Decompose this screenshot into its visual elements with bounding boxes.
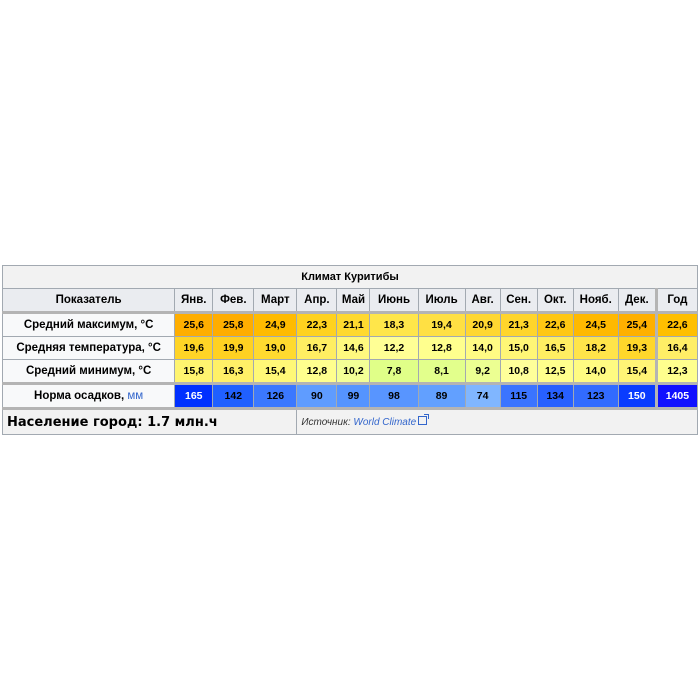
header-row: Показатель Янв. Фев. Март Апр. Май Июнь … — [1, 288, 699, 313]
year-cell: 22,6 — [654, 311, 699, 337]
source-label: Источник: — [301, 417, 351, 428]
source-link[interactable]: World Climate — [353, 417, 416, 428]
value-cell: 24,9 — [253, 311, 298, 337]
header-month: Май — [336, 288, 371, 313]
value-cell: 16,3 — [212, 359, 255, 384]
value-cell: 12,8 — [296, 359, 338, 384]
value-cell: 25,8 — [212, 311, 255, 337]
header-month: Июнь — [369, 288, 419, 313]
value-cell: 98 — [369, 382, 419, 409]
value-cell: 9,2 — [464, 359, 501, 384]
value-cell: 14,0 — [572, 359, 619, 384]
row-label: Средний минимум, °C — [1, 359, 176, 384]
value-cell: 18,2 — [572, 336, 619, 360]
value-cell: 18,3 — [369, 311, 419, 337]
header-month: Авг. — [464, 288, 501, 313]
year-cell: 1405 — [654, 382, 699, 409]
value-cell: 20,9 — [464, 311, 501, 337]
value-cell: 99 — [336, 382, 371, 409]
footer-row: Население город: 1.7 млн.ч Источник: Wor… — [1, 407, 698, 435]
value-cell: 19,0 — [253, 336, 298, 360]
header-month: Янв. — [174, 288, 214, 313]
value-cell: 19,9 — [212, 336, 255, 360]
value-cell: 24,5 — [572, 311, 619, 337]
value-cell: 12,5 — [536, 359, 574, 384]
climate-table: Климат Куритибы Показатель Янв. Фев. Мар… — [1, 265, 699, 435]
value-cell: 21,1 — [336, 311, 371, 337]
value-cell: 123 — [572, 382, 619, 409]
row-label: Средний максимум, °C — [1, 311, 176, 337]
value-cell: 165 — [174, 382, 214, 409]
year-cell: 16,4 — [654, 336, 699, 360]
value-cell: 10,2 — [336, 359, 371, 384]
table-row: Средний минимум, °C 15,8 16,3 15,4 12,8 10,2 7… — [1, 359, 699, 384]
value-cell: 74 — [464, 382, 501, 409]
table-caption: Климат Куритибы — [2, 265, 698, 289]
value-cell: 19,3 — [617, 336, 657, 360]
header-month: Дек. — [617, 288, 657, 313]
source-note: Источник: World Climate — [301, 414, 430, 428]
value-cell: 21,3 — [499, 311, 538, 337]
value-cell: 15,8 — [174, 359, 214, 384]
header-month: Сен. — [499, 288, 538, 313]
value-cell: 15,4 — [253, 359, 298, 384]
value-cell: 126 — [253, 382, 298, 409]
header-indicator: Показатель — [1, 288, 176, 313]
population-text: Население город: 1.7 млн.ч — [1, 407, 298, 435]
value-cell: 14,6 — [336, 336, 371, 360]
value-cell: 22,3 — [296, 311, 338, 337]
value-cell: 12,8 — [417, 336, 466, 360]
value-cell: 19,4 — [417, 311, 466, 337]
value-cell: 19,6 — [174, 336, 214, 360]
value-cell: 16,5 — [536, 336, 574, 360]
header-month: Окт. — [536, 288, 574, 313]
value-cell: 15,4 — [617, 359, 657, 384]
header-month: Фев. — [212, 288, 255, 313]
header-month: Март — [253, 288, 298, 313]
row-label: Норма осадков, мм — [1, 382, 176, 409]
precipitation-label: Норма осадков, — [34, 390, 125, 402]
year-cell: 12,3 — [654, 359, 699, 384]
value-cell: 15,0 — [499, 336, 538, 360]
value-cell: 14,0 — [464, 336, 501, 360]
value-cell: 142 — [212, 382, 255, 409]
unit-link[interactable]: мм — [127, 390, 143, 402]
value-cell: 8,1 — [417, 359, 466, 384]
header-month: Нояб. — [572, 288, 619, 313]
value-cell: 150 — [617, 382, 657, 409]
value-cell: 12,2 — [369, 336, 419, 360]
value-cell: 134 — [536, 382, 574, 409]
value-cell: 90 — [296, 382, 338, 409]
value-cell: 115 — [499, 382, 538, 409]
external-link-icon — [418, 414, 430, 425]
precipitation-row: Норма осадков, мм 165 142 126 90 99 98 89 74 115… — [1, 382, 699, 409]
value-cell: 10,8 — [499, 359, 538, 384]
value-cell: 25,6 — [174, 311, 214, 337]
table-row: Средний максимум, °C 25,6 25,8 24,9 22,3 21,1… — [1, 311, 699, 337]
value-cell: 16,7 — [296, 336, 338, 360]
value-cell: 89 — [417, 382, 466, 409]
header-year: Год — [654, 288, 699, 313]
table-row: Средняя температура, °C 19,6 19,9 19,0 16,7 1… — [1, 336, 699, 360]
value-cell: 7,8 — [369, 359, 419, 384]
value-cell: 25,4 — [617, 311, 657, 337]
header-month: Июль — [417, 288, 466, 313]
value-cell: 22,6 — [536, 311, 574, 337]
header-month: Апр. — [296, 288, 338, 313]
row-label: Средняя температура, °C — [1, 336, 176, 360]
